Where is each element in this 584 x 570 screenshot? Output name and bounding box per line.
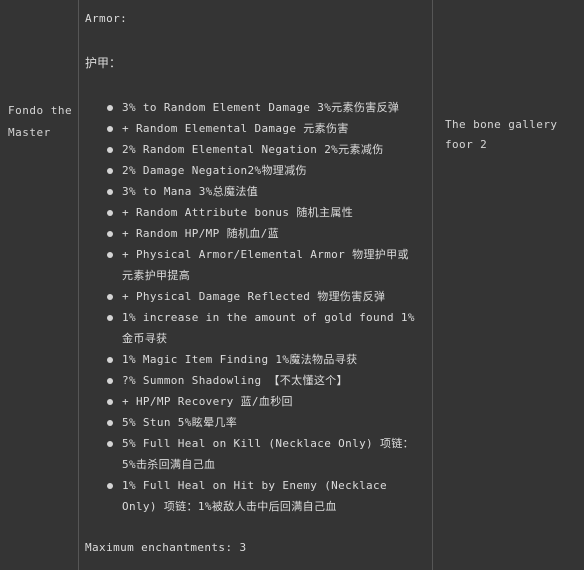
affix-text: + Physical Armor/Elemental Armor 物理护甲或元素… bbox=[122, 248, 409, 282]
bullet-icon bbox=[107, 252, 113, 258]
bullet-icon bbox=[107, 294, 113, 300]
affix-text: 5% Full Heal on Kill (Necklace Only) 项链：… bbox=[122, 437, 415, 471]
list-item: 1% increase in the amount of gold found … bbox=[107, 307, 420, 349]
right-sidebar-column: The bone gallery foor 2 bbox=[433, 0, 584, 570]
bullet-icon bbox=[107, 126, 113, 132]
list-item: 1% Magic Item Finding 1%魔法物品寻获 bbox=[107, 349, 420, 370]
bullet-icon bbox=[107, 231, 113, 237]
list-item: ?% Summon Shadowling 【不太懂这个】 bbox=[107, 370, 420, 391]
list-item: 2% Damage Negation2%物理减伤 bbox=[107, 160, 420, 181]
list-item: 3% to Mana 3%总魔法值 bbox=[107, 181, 420, 202]
list-item: 2% Random Elemental Negation 2%元素减伤 bbox=[107, 139, 420, 160]
affix-text: ?% Summon Shadowling 【不太懂这个】 bbox=[122, 374, 348, 387]
affix-text: 5% Stun 5%眩晕几率 bbox=[122, 416, 238, 429]
list-item: 5% Stun 5%眩晕几率 bbox=[107, 412, 420, 433]
left-sidebar-label: Fondo the Master bbox=[8, 104, 73, 139]
affix-text: 1% Magic Item Finding 1%魔法物品寻获 bbox=[122, 353, 358, 366]
main-content-column: Armor: 护甲： 3% to Random Element Damage 3… bbox=[79, 0, 432, 570]
right-sidebar-label: The bone gallery foor 2 bbox=[445, 118, 558, 151]
affix-text: + Random Elemental Damage 元素伤害 bbox=[122, 122, 349, 135]
bullet-icon bbox=[107, 315, 113, 321]
list-item: + Random HP/MP 随机血/蓝 bbox=[107, 223, 420, 244]
affix-text: 3% to Random Element Damage 3%元素伤害反弹 bbox=[122, 101, 400, 114]
affix-list: 3% to Random Element Damage 3%元素伤害反弹 + R… bbox=[85, 97, 432, 517]
affix-text: 3% to Mana 3%总魔法值 bbox=[122, 185, 259, 198]
bullet-icon bbox=[107, 378, 113, 384]
bullet-icon bbox=[107, 441, 113, 447]
max-enchantments-en: Maximum enchantments: 3 bbox=[85, 541, 247, 554]
list-item: 5% Full Heal on Kill (Necklace Only) 项链：… bbox=[107, 433, 420, 475]
list-item: + Physical Armor/Elemental Armor 物理护甲或元素… bbox=[107, 244, 420, 286]
bullet-icon bbox=[107, 147, 113, 153]
list-item: 3% to Random Element Damage 3%元素伤害反弹 bbox=[107, 97, 420, 118]
affix-text: 2% Random Elemental Negation 2%元素减伤 bbox=[122, 143, 384, 156]
armor-enchantment-panel: Fondo the Master Armor: 护甲： 3% to Random… bbox=[0, 0, 584, 570]
affix-text: + Random HP/MP 随机血/蓝 bbox=[122, 227, 279, 240]
bullet-icon bbox=[107, 168, 113, 174]
list-item: + Physical Damage Reflected 物理伤害反弹 bbox=[107, 286, 420, 307]
affix-text: 2% Damage Negation2%物理减伤 bbox=[122, 164, 307, 177]
left-sidebar-column: Fondo the Master bbox=[0, 0, 78, 570]
list-item: 1% Full Heal on Hit by Enemy (Necklace O… bbox=[107, 475, 420, 517]
bullet-icon bbox=[107, 357, 113, 363]
bullet-icon bbox=[107, 210, 113, 216]
affix-text: + Random Attribute bonus 随机主属性 bbox=[122, 206, 354, 219]
bullet-icon bbox=[107, 189, 113, 195]
bullet-icon bbox=[107, 483, 113, 489]
armor-heading-en: Armor: bbox=[85, 12, 128, 25]
affix-text: 1% increase in the amount of gold found … bbox=[122, 311, 415, 345]
list-item: + Random Attribute bonus 随机主属性 bbox=[107, 202, 420, 223]
affix-text: + Physical Damage Reflected 物理伤害反弹 bbox=[122, 290, 386, 303]
bullet-icon bbox=[107, 399, 113, 405]
affix-text: 1% Full Heal on Hit by Enemy (Necklace O… bbox=[122, 479, 387, 513]
list-item: + HP/MP Recovery 蓝/血秒回 bbox=[107, 391, 420, 412]
bullet-icon bbox=[107, 105, 113, 111]
armor-heading-cn: 护甲： bbox=[85, 56, 122, 70]
affix-text: + HP/MP Recovery 蓝/血秒回 bbox=[122, 395, 293, 408]
list-item: + Random Elemental Damage 元素伤害 bbox=[107, 118, 420, 139]
bullet-icon bbox=[107, 420, 113, 426]
